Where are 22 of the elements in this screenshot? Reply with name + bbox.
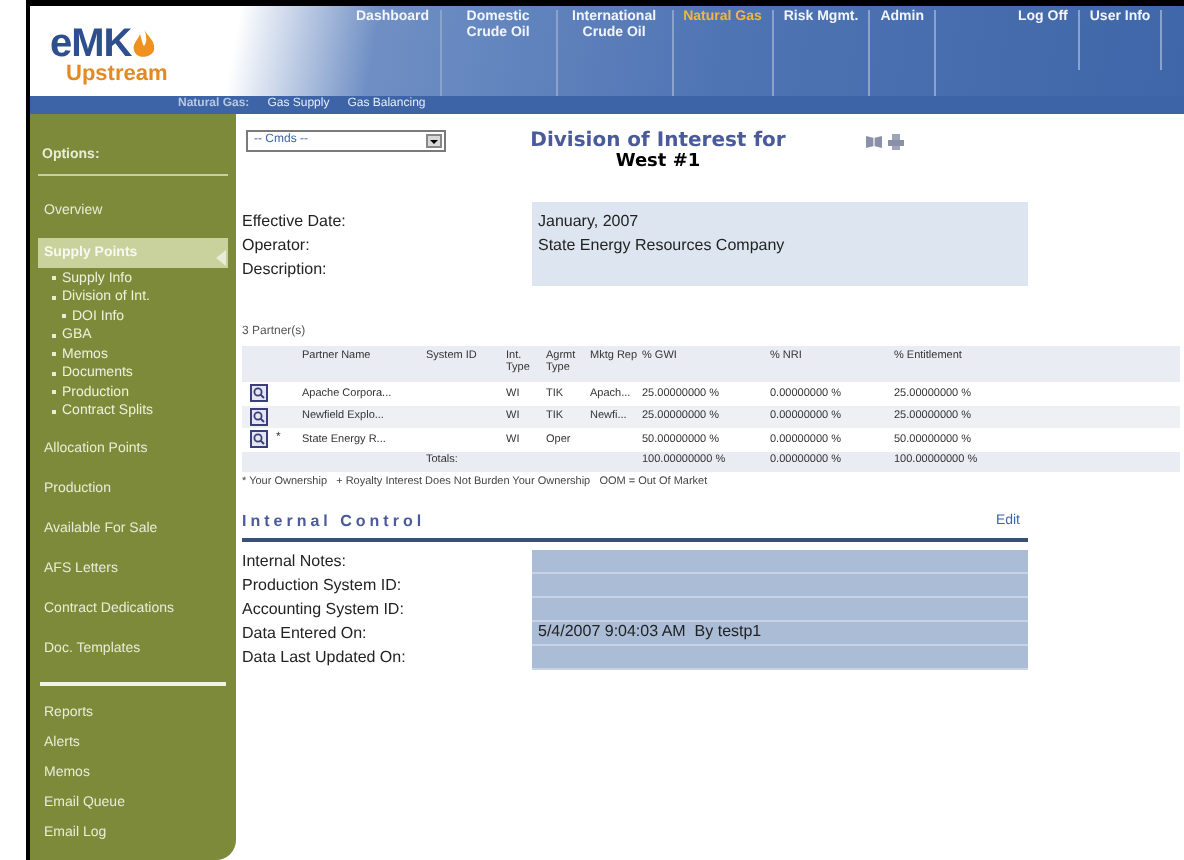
magnifier-icon[interactable] — [250, 407, 268, 426]
field-label: Production System ID: — [242, 573, 404, 598]
field-value: January, 2007 — [538, 210, 641, 234]
field-label: Data Entered On: — [242, 621, 369, 646]
section-heading: Internal Control — [242, 509, 426, 534]
logo-product: Upstream — [64, 62, 170, 86]
field-label: Internal Notes: — [242, 549, 349, 574]
dropdown-arrow-icon — [426, 134, 442, 148]
logo-mark: eMK — [50, 26, 132, 62]
book-icon[interactable] — [866, 134, 882, 148]
field-label: Operator: — [242, 234, 312, 258]
page-title: Division of Interest for — [530, 130, 786, 152]
field-value: 5/4/2007 9:04:03 AM By testp1 — [538, 622, 762, 643]
field-label: Description: — [242, 258, 329, 282]
field-label: Accounting System ID: — [242, 597, 406, 622]
flame-icon — [131, 28, 156, 60]
field-label: Data Last Updated On: — [242, 645, 408, 670]
magnifier-icon[interactable] — [250, 384, 268, 403]
page-subtitle: West #1 — [615, 152, 701, 174]
field-value: State Energy Resources Company — [538, 234, 787, 258]
field-label: Effective Date: — [242, 210, 348, 234]
magnifier-icon[interactable] — [250, 430, 268, 449]
